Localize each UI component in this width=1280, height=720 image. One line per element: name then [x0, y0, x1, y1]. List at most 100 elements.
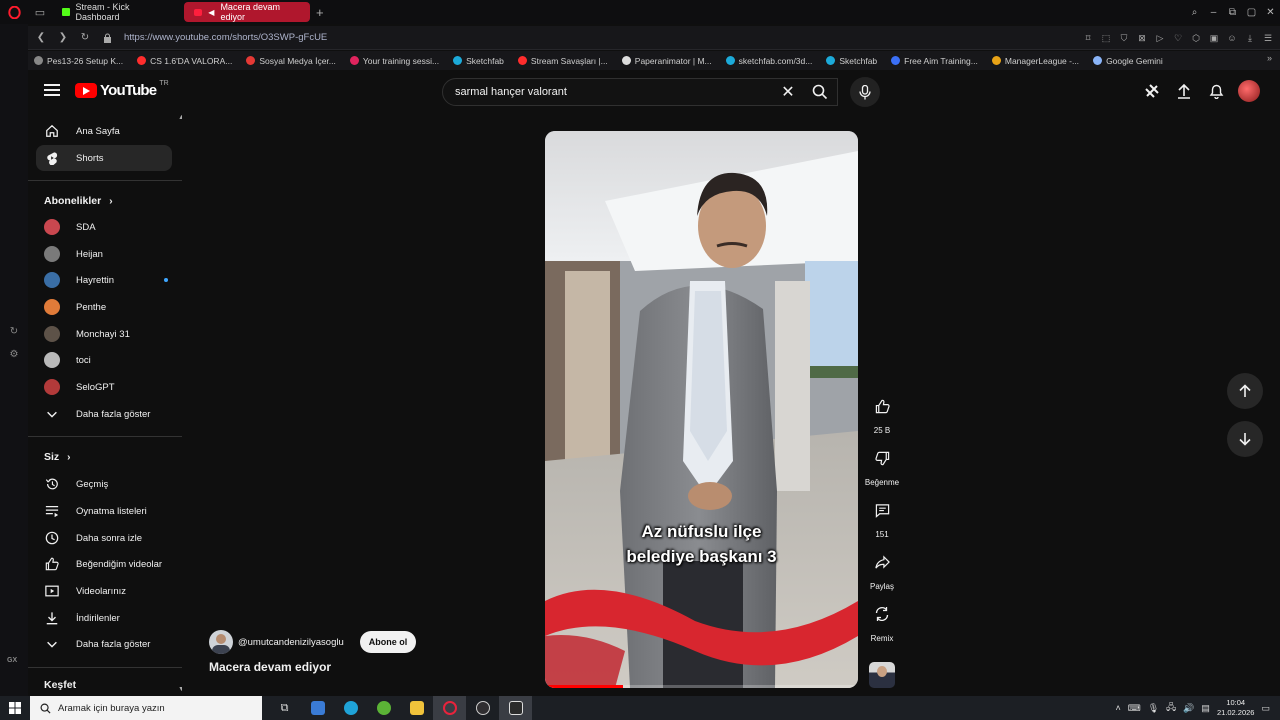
- bookmark-item[interactable]: Pes13-26 Setup K...: [34, 56, 123, 66]
- bookmark-item[interactable]: CS 1.6'DA VALORA...: [137, 56, 232, 66]
- new-tab-button[interactable]: +: [316, 5, 324, 20]
- guide-item-history[interactable]: Geçmiş: [36, 471, 172, 497]
- taskbar-app-edge[interactable]: [334, 696, 367, 720]
- subscription-item[interactable]: Heijan: [36, 241, 172, 267]
- sound-thumbnail[interactable]: [869, 662, 895, 688]
- microphone-tray-icon[interactable]: 🎙: [1148, 703, 1159, 714]
- bookmark-item[interactable]: Sketchfab: [453, 56, 504, 66]
- like-button[interactable]: 25 B: [864, 390, 900, 435]
- tab-menu-icon[interactable]: ▭: [28, 0, 52, 24]
- guide-item-shorts[interactable]: Shorts: [36, 145, 172, 171]
- subscription-item[interactable]: SeloGPT: [36, 374, 172, 400]
- dislike-button[interactable]: Beğenme: [864, 442, 900, 487]
- bookmark-item[interactable]: Free Aim Training...: [891, 56, 978, 66]
- url-input[interactable]: https://www.youtube.com/shorts/O3SWP-gFc…: [124, 32, 327, 43]
- easy-setup-icon[interactable]: ☰: [1260, 29, 1276, 47]
- clear-search-icon[interactable]: ✕: [778, 78, 798, 106]
- guide-item-playlists[interactable]: Oynatma listeleri: [36, 498, 172, 524]
- heart-icon[interactable]: ♡: [1170, 29, 1186, 47]
- progress-bar[interactable]: [545, 685, 624, 688]
- taskbar-app-store[interactable]: [301, 696, 334, 720]
- create-icon[interactable]: [1142, 80, 1162, 102]
- notifications-tray-icon[interactable]: ▭: [1261, 703, 1270, 714]
- taskbar-app-utorrent[interactable]: [367, 696, 400, 720]
- minimize-icon[interactable]: –: [1204, 0, 1223, 24]
- guide-item-home[interactable]: Ana Sayfa: [36, 118, 172, 144]
- menu-icon[interactable]: [44, 84, 60, 96]
- bookmark-item[interactable]: ManagerLeague -...: [991, 56, 1079, 66]
- volume-icon[interactable]: 🔊: [1183, 703, 1194, 714]
- back-icon[interactable]: ❮: [32, 29, 50, 47]
- voice-search-button[interactable]: [850, 77, 880, 107]
- snap-icon[interactable]: ⧉: [1223, 0, 1242, 24]
- bookmark-item[interactable]: sketchfab.com/3d...: [725, 56, 812, 66]
- search-tabs-icon[interactable]: ⌕: [1185, 0, 1204, 24]
- player-icon[interactable]: ▷: [1152, 29, 1168, 47]
- bookmark-item[interactable]: Paperanimator | M...: [621, 56, 712, 66]
- guide-item-watch-later[interactable]: Daha sonra izle: [36, 525, 172, 551]
- task-view-button[interactable]: ⧉: [268, 696, 301, 720]
- show-hidden-icons[interactable]: ˄: [1115, 703, 1120, 713]
- reload-icon[interactable]: ↻: [76, 29, 94, 47]
- taskbar-app-obs[interactable]: [466, 696, 499, 720]
- subscription-item[interactable]: Hayrettin: [36, 267, 172, 293]
- refresh-panel-icon[interactable]: ↻: [7, 324, 21, 338]
- bookmark-item[interactable]: Sosyal Medya İçer...: [246, 56, 336, 66]
- account-avatar[interactable]: [1238, 80, 1260, 102]
- tab-kick-dashboard[interactable]: Stream - Kick Dashboard: [52, 2, 180, 22]
- short-video-player[interactable]: Az nüfuslu ilçe belediye başkanı 3: [545, 131, 858, 688]
- taskbar-search-input[interactable]: Aramak için buraya yazın: [30, 696, 262, 720]
- network-icon[interactable]: 🖧: [1166, 700, 1176, 716]
- start-button[interactable]: [0, 696, 30, 720]
- taskbar-app-opera-gx[interactable]: [433, 696, 466, 720]
- bookmark-item[interactable]: Google Gemini: [1093, 56, 1163, 66]
- upload-icon[interactable]: [1174, 80, 1194, 102]
- remix-button[interactable]: Remix: [864, 598, 900, 643]
- taskbar-app-epic-games[interactable]: [499, 696, 532, 720]
- guide-scroll-down-icon[interactable]: ▼: [178, 686, 182, 693]
- comments-button[interactable]: 151: [864, 494, 900, 539]
- forward-icon[interactable]: ❯: [54, 29, 72, 47]
- guide-item-your-videos[interactable]: Videolarınız: [36, 578, 172, 604]
- bookmark-item[interactable]: Your training sessi...: [349, 56, 439, 66]
- subscription-item[interactable]: Monchayi 31: [36, 321, 172, 347]
- account-icon[interactable]: ☺: [1224, 29, 1240, 47]
- bookmark-item[interactable]: Stream Savaşları |...: [517, 56, 608, 66]
- you-header[interactable]: Siz ›: [44, 451, 71, 463]
- maximize-icon[interactable]: ▢: [1242, 0, 1261, 24]
- search-button[interactable]: [802, 78, 838, 106]
- tab-youtube-short[interactable]: ◀ Macera devam ediyor: [184, 2, 310, 22]
- guide-scroll-up-icon[interactable]: ▲: [178, 114, 182, 121]
- short-title[interactable]: Macera devam ediyor: [209, 660, 331, 674]
- speaker-icon[interactable]: ◀: [208, 8, 214, 17]
- player-panel-icon[interactable]: ⚙: [7, 347, 21, 361]
- subscribe-button[interactable]: Abone ol: [359, 631, 417, 653]
- snapshot-icon[interactable]: ⬚: [1098, 29, 1114, 47]
- keyboard-icon[interactable]: ⌨: [1128, 703, 1141, 714]
- subscription-item[interactable]: toci: [36, 347, 172, 373]
- guide-item-downloads[interactable]: İndirilenler: [36, 605, 172, 631]
- extensions-icon[interactable]: ⬡: [1188, 29, 1204, 47]
- guide-item-liked-videos[interactable]: Beğendiğim videolar: [36, 551, 172, 577]
- youtube-logo[interactable]: YouTube TR: [75, 80, 169, 99]
- bookmark-item[interactable]: Sketchfab: [826, 56, 877, 66]
- close-window-icon[interactable]: ✕: [1261, 0, 1280, 24]
- next-short-button[interactable]: [1227, 421, 1263, 457]
- subscription-item[interactable]: Penthe: [36, 294, 172, 320]
- notifications-icon[interactable]: [1206, 80, 1226, 102]
- bookmark-page-icon[interactable]: ⌑: [1080, 29, 1096, 47]
- bookmarks-more-icon[interactable]: »: [1267, 53, 1272, 63]
- wallet-icon[interactable]: ▣: [1206, 29, 1222, 47]
- download-icon[interactable]: ⤓: [1242, 29, 1258, 47]
- taskbar-clock[interactable]: 10:04 21.02.2026: [1217, 698, 1255, 718]
- taskbar-app-explorer[interactable]: [400, 696, 433, 720]
- close-ad-icon[interactable]: ⊠: [1134, 29, 1150, 47]
- share-button[interactable]: Paylaş: [864, 546, 900, 591]
- channel-avatar[interactable]: [209, 630, 233, 654]
- shield-icon[interactable]: ⛉: [1116, 29, 1132, 47]
- opera-logo-icon[interactable]: [0, 0, 28, 24]
- you-show-more[interactable]: Daha fazla göster: [36, 631, 172, 657]
- language-icon[interactable]: ▤: [1201, 703, 1210, 714]
- subscriptions-header[interactable]: Abonelikler ›: [44, 195, 113, 207]
- subscription-item[interactable]: SDA: [36, 214, 172, 240]
